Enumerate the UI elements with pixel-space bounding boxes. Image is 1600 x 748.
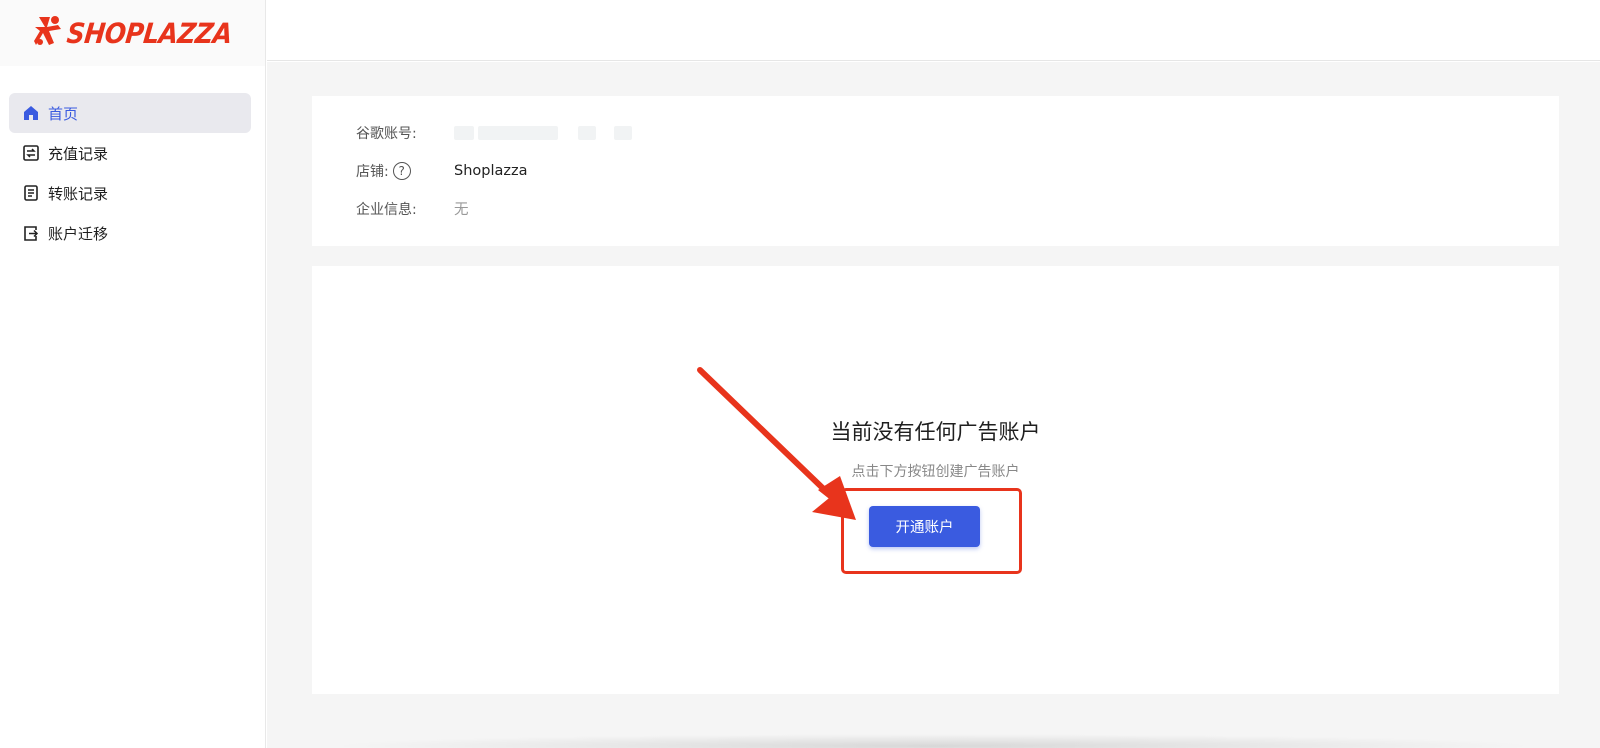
store-value: Shoplazza: [454, 163, 528, 179]
sidebar-nav: 首页 充值记录 转账记录 账户迁移: [0, 66, 265, 253]
transfer-icon: [22, 144, 40, 162]
company-info-row: 企业信息: 无: [356, 198, 469, 219]
top-header: [267, 0, 1600, 61]
sidebar-item-home[interactable]: 首页: [9, 93, 251, 133]
empty-state-card: 当前没有任何广告账户 点击下方按钮创建广告账户 开通账户: [312, 266, 1559, 694]
home-icon: [22, 104, 40, 122]
migrate-icon: [22, 224, 40, 242]
logo-area: SHOPLAZZA: [0, 0, 265, 66]
store-label: 店铺:: [356, 164, 389, 180]
sidebar-item-transfer-records[interactable]: 转账记录: [9, 173, 251, 213]
store-row: 店铺: ? Shoplazza: [356, 161, 528, 181]
open-account-button[interactable]: 开通账户: [869, 506, 980, 547]
sidebar-item-account-migration[interactable]: 账户迁移: [9, 213, 251, 253]
bottom-shadow: [327, 734, 1540, 748]
google-account-value-redacted: [454, 126, 632, 140]
sidebar-item-label: 转账记录: [48, 184, 109, 203]
account-info-card: 谷歌账号: 店铺: ? Shoplazza 企业信息: 无: [312, 96, 1559, 246]
company-info-label: 企业信息:: [356, 201, 417, 218]
sidebar: SHOPLAZZA 首页 充值记录 转账记录 账户迁移: [0, 0, 266, 748]
document-icon: [22, 184, 40, 202]
sidebar-item-label: 首页: [48, 104, 79, 123]
brand-name: SHOPLAZZA: [65, 16, 234, 50]
empty-state-subtitle: 点击下方按钮创建广告账户: [851, 464, 1020, 480]
shoplazza-logo[interactable]: SHOPLAZZA: [33, 15, 234, 51]
sidebar-item-label: 充值记录: [48, 144, 109, 163]
company-info-value: 无: [454, 202, 469, 218]
google-account-row: 谷歌账号:: [356, 123, 632, 143]
main-content: 谷歌账号: 店铺: ? Shoplazza 企业信息: 无 当前没有任何广告账户…: [267, 62, 1600, 748]
sidebar-item-recharge-records[interactable]: 充值记录: [9, 133, 251, 173]
sidebar-item-label: 账户迁移: [48, 224, 109, 243]
google-account-label: 谷歌账号:: [356, 126, 417, 142]
help-icon[interactable]: ?: [392, 162, 411, 180]
shoplazza-mark-icon: [33, 15, 63, 51]
empty-state-title: 当前没有任何广告账户: [830, 420, 1041, 444]
